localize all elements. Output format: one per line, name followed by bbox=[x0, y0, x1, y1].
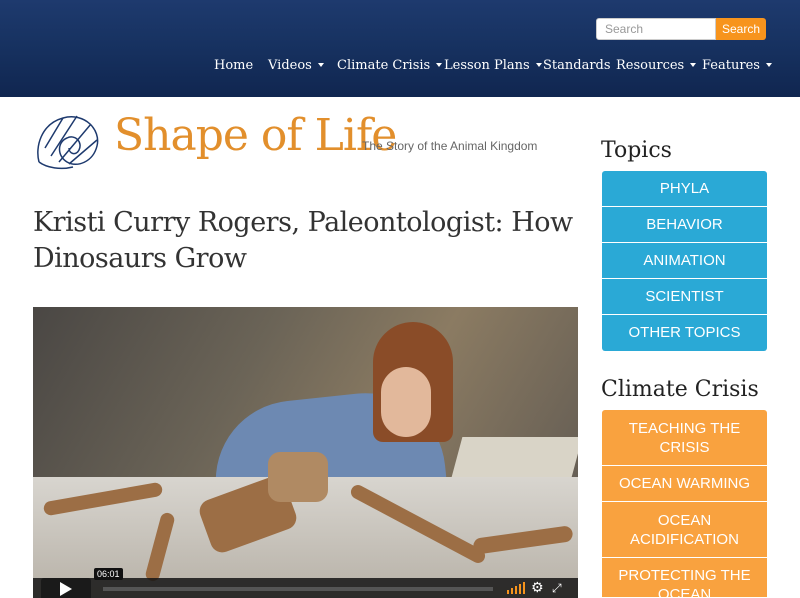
topic-animation[interactable]: ANIMATION bbox=[602, 243, 767, 279]
caret-down-icon bbox=[535, 63, 542, 67]
topics-heading: Topics bbox=[601, 138, 672, 163]
climate-label: OCEAN ACIDIFICATION bbox=[630, 511, 739, 548]
video-time: 06:01 bbox=[94, 568, 123, 580]
climate-ocean-warming[interactable]: OCEAN WARMING bbox=[602, 466, 767, 502]
climate-teaching-the-crisis[interactable]: TEACHING THE CRISIS bbox=[602, 410, 767, 466]
climate-heading: Climate Crisis bbox=[601, 377, 759, 402]
topic-phyla[interactable]: PHYLA bbox=[602, 171, 767, 207]
nav-standards[interactable]: Standards bbox=[543, 58, 611, 78]
nav-standards-label: Standards bbox=[543, 58, 611, 73]
nav-videos[interactable]: Videos bbox=[268, 58, 324, 78]
nav-home[interactable]: Home bbox=[214, 58, 253, 78]
caret-down-icon bbox=[317, 63, 324, 67]
topic-label: PHYLA bbox=[659, 179, 710, 197]
video-progress-bar[interactable] bbox=[103, 587, 493, 591]
caret-down-icon bbox=[436, 63, 443, 67]
nav-climate-crisis[interactable]: Climate Crisis bbox=[337, 58, 443, 78]
video-frame-bone bbox=[268, 452, 328, 502]
nav-videos-label: Videos bbox=[268, 58, 312, 73]
fullscreen-icon[interactable]: ⤢ bbox=[552, 580, 568, 596]
nav-resources[interactable]: Resources bbox=[616, 58, 697, 78]
nav-lesson-plans[interactable]: Lesson Plans bbox=[444, 58, 542, 78]
logo-wordmark: Shape of Life bbox=[114, 110, 397, 161]
caret-down-icon bbox=[690, 63, 697, 67]
video-player[interactable]: 06:01 ⚙ ⤢ bbox=[33, 307, 578, 598]
topic-other-topics[interactable]: OTHER TOPICS bbox=[602, 315, 767, 351]
climate-protecting-the-ocean[interactable]: PROTECTING THE OCEAN bbox=[602, 558, 767, 598]
climate-ocean-acidification[interactable]: OCEAN ACIDIFICATION bbox=[602, 502, 767, 558]
logo-tagline: The Story of the Animal Kingdom bbox=[362, 139, 538, 153]
play-icon bbox=[60, 582, 72, 596]
topic-label: ANIMATION bbox=[643, 251, 726, 269]
video-controls: 06:01 ⚙ ⤢ bbox=[33, 568, 578, 598]
play-button[interactable] bbox=[41, 578, 91, 598]
nav-home-label: Home bbox=[214, 58, 254, 73]
topic-scientist[interactable]: SCIENTIST bbox=[602, 279, 767, 315]
site-header: Search Home Videos Climate Crisis Lesson… bbox=[0, 0, 800, 97]
nav-features[interactable]: Features bbox=[702, 58, 772, 78]
nav-resources-label: Resources bbox=[616, 58, 685, 73]
page-title: Kristi Curry Rogers, Paleontologist: How… bbox=[33, 207, 573, 274]
site-logo[interactable]: Shape of Life The Story of the Animal Ki… bbox=[33, 110, 537, 174]
nav-features-label: Features bbox=[702, 58, 760, 73]
search-button[interactable]: Search bbox=[716, 18, 766, 40]
nav-lesson-plans-label: Lesson Plans bbox=[444, 58, 530, 73]
gear-icon[interactable]: ⚙ bbox=[531, 580, 547, 596]
nav-climate-crisis-label: Climate Crisis bbox=[337, 58, 431, 73]
climate-label: TEACHING THE CRISIS bbox=[628, 419, 741, 456]
topic-label: OTHER TOPICS bbox=[628, 324, 741, 341]
climate-label: PROTECTING THE OCEAN bbox=[618, 567, 751, 598]
search-input[interactable] bbox=[596, 18, 716, 40]
nautilus-shell-icon bbox=[37, 115, 99, 170]
topic-behavior[interactable]: BEHAVIOR bbox=[602, 207, 767, 243]
volume-icon[interactable] bbox=[507, 582, 527, 594]
topic-label: SCIENTIST bbox=[645, 287, 724, 305]
video-frame-face bbox=[381, 367, 431, 437]
caret-down-icon bbox=[765, 63, 772, 67]
climate-label: OCEAN WARMING bbox=[618, 475, 751, 492]
topic-label: BEHAVIOR bbox=[646, 215, 723, 233]
